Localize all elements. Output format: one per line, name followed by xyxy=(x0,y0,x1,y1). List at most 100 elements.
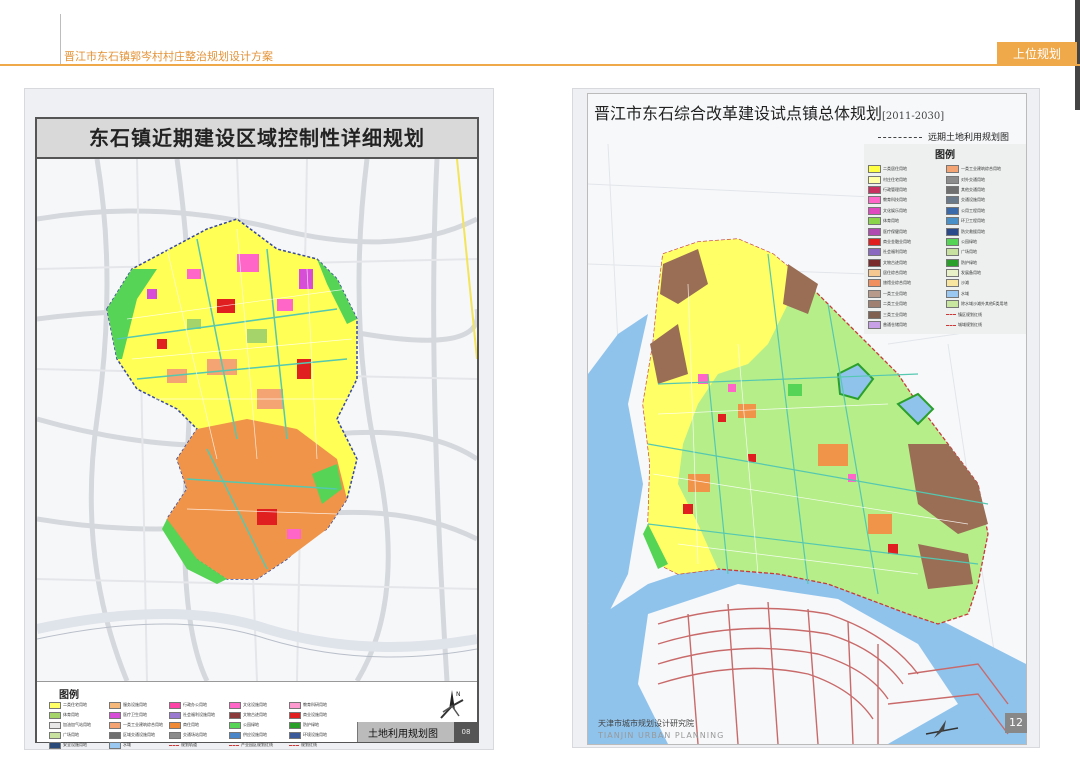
legend-swatch xyxy=(946,269,959,278)
header-rule xyxy=(0,64,1080,66)
legend-swatch xyxy=(946,300,959,309)
legend-label: 社会福利设施用地 xyxy=(183,712,215,717)
right-map-panel: 晋江市东石综合改革建设试点镇总体规划[2011-2030] 远期土地利用规划图 xyxy=(572,88,1040,748)
legend-label: 环卫工程用地 xyxy=(961,218,985,224)
legend-label: 行政办公用地 xyxy=(183,702,207,707)
legend-label: 区域交通设施用地 xyxy=(123,732,155,737)
legend-label: 体育用地 xyxy=(883,218,899,224)
document-title: 晋江市东石镇郭岑村村庄整治规划设计方案 xyxy=(64,50,273,63)
legend-swatch xyxy=(946,289,959,298)
left-map-frame: 东石镇近期建设区域控制性详细规划 图例 二类住宅用地 服务设施用地 行政办公用地… xyxy=(35,117,481,749)
legend-item: 公用工程用地 xyxy=(946,206,1024,216)
legend-swatch xyxy=(868,175,881,184)
legend-swatch xyxy=(289,711,301,719)
legend-label: 二类住宅用地 xyxy=(63,702,87,707)
legend-label: 环境设施用地 xyxy=(303,732,327,737)
legend-swatch xyxy=(946,196,959,205)
section-tab[interactable]: 上位规划 xyxy=(997,42,1077,66)
legend-label: 居住综合用地 xyxy=(883,270,907,276)
legend-item: 其他交通用地 xyxy=(946,185,1024,195)
legend-item: 商住用地 xyxy=(169,720,229,730)
legend-item: 镇区规划红线 xyxy=(946,309,1024,319)
legend-swatch xyxy=(289,721,301,729)
legend-item: 商业设施用地 xyxy=(289,710,349,720)
legend-item: 防护绿地 xyxy=(289,720,349,730)
legend-swatch xyxy=(946,165,959,174)
legend-label: 普通仓储用地 xyxy=(883,322,907,328)
legend-item: 二类居住用地 xyxy=(868,164,946,174)
legend-item: 除水域沙滩外其他E类用地 xyxy=(946,299,1024,309)
right-page-number: 12 xyxy=(1005,713,1027,733)
legend-swatch xyxy=(946,258,959,267)
legend-swatch xyxy=(49,721,61,729)
legend-swatch xyxy=(868,196,881,205)
north-arrow-icon xyxy=(924,716,960,740)
legend-label: 村庄住宅用地 xyxy=(883,176,907,182)
svg-text:N: N xyxy=(456,691,461,698)
legend-label: 安全设施用地 xyxy=(63,742,87,747)
left-map-panel: 东石镇近期建设区域控制性详细规划 图例 二类住宅用地 服务设施用地 行政办公用地… xyxy=(24,88,494,750)
institute-name: 天津市城市规划设计研究院 xyxy=(598,719,694,728)
legend-label: 供应设施用地 xyxy=(243,732,267,737)
legend-label: 教育科研用地 xyxy=(303,702,327,707)
legend-item: 防灾救援用地 xyxy=(946,226,1024,236)
legend-label: 规划轨道 xyxy=(181,742,197,747)
legend-swatch xyxy=(868,269,881,278)
legend-item: 二类住宅用地 xyxy=(49,700,109,710)
legend-swatch xyxy=(868,165,881,174)
header-divider-vertical xyxy=(60,14,61,66)
legend-item: 医疗保健用地 xyxy=(868,226,946,236)
legend-swatch xyxy=(946,227,959,236)
legend-label: 公用工程用地 xyxy=(961,207,985,213)
legend-item: 安全设施用地 xyxy=(49,740,109,750)
legend-item: 二类工业用地 xyxy=(868,299,946,309)
legend-item: 沙滩 xyxy=(946,278,1024,288)
legend-item: 公园绿地 xyxy=(946,237,1024,247)
legend-label: 对外交通用地 xyxy=(961,176,985,182)
legend-label: 交通设施用地 xyxy=(961,197,985,203)
legend-label: 发展备用地 xyxy=(961,270,981,276)
left-page-number: 08 xyxy=(454,722,478,742)
left-land-use-map xyxy=(35,158,481,683)
legend-label: 其他交通用地 xyxy=(961,186,985,192)
legend-label: 防护绿地 xyxy=(961,259,977,265)
legend-swatch xyxy=(868,227,881,236)
legend-item: 发展备用地 xyxy=(946,268,1024,278)
legend-label: 公园绿地 xyxy=(961,238,977,244)
legend-swatch xyxy=(289,731,301,739)
legend-swatch xyxy=(868,258,881,267)
right-map-subtitle: 远期土地利用规划图 xyxy=(878,130,1009,143)
legend-label: 文化设施用地 xyxy=(243,702,267,707)
legend-label: 服务设施用地 xyxy=(123,702,147,707)
legend-grid: 二类住宅用地 服务设施用地 行政办公用地 文化设施用地 教育科研用地 体育用地 医疗卫生用地… xyxy=(49,700,349,750)
legend-swatch xyxy=(946,237,959,246)
legend-item: 居住综合用地 xyxy=(868,268,946,278)
legend-item: 交通场站用地 xyxy=(169,730,229,740)
legend-label: 教育科技用地 xyxy=(883,197,907,203)
legend-label: 加油加气站用地 xyxy=(63,722,91,727)
legend-label: 交通场站用地 xyxy=(183,732,207,737)
legend-item: 公园绿地 xyxy=(229,720,289,730)
map-type-text: 土地利用规划图 xyxy=(368,729,438,740)
legend-swatch xyxy=(868,248,881,257)
map-type-label: 土地利用规划图 08 xyxy=(357,722,478,742)
legend-swatch xyxy=(868,279,881,288)
right-map-title: 晋江市东石综合改革建设试点镇总体规划[2011-2030] xyxy=(594,100,944,124)
legend-item: 交通设施用地 xyxy=(946,195,1024,205)
legend-item: 三类工业用地 xyxy=(868,309,946,319)
legend-title: 图例 xyxy=(935,150,955,161)
legend-item: 文物古迹用地 xyxy=(229,710,289,720)
legend-swatch xyxy=(868,217,881,226)
legend-swatch xyxy=(169,721,181,729)
legend-label: 文化娱乐用地 xyxy=(883,207,907,213)
legend-label: 产业园区规划红线 xyxy=(241,742,273,747)
legend-label: 文物古迹用地 xyxy=(883,259,907,265)
legend-swatch xyxy=(946,206,959,215)
legend-label: 医疗保健用地 xyxy=(883,228,907,234)
legend-swatch xyxy=(946,217,959,226)
legend-swatch xyxy=(868,321,881,330)
right-map-legend: 图例 二类居住用地 一类工业建筑综合用地 村庄住宅用地 对外交通用地 行政管理用地 其他交… xyxy=(864,144,1026,334)
right-map-title-text: 晋江市东石综合改革建设试点镇总体规划 xyxy=(594,104,883,123)
legend-swatch xyxy=(229,744,239,746)
legend-label: 一类工业用地 xyxy=(883,290,907,296)
